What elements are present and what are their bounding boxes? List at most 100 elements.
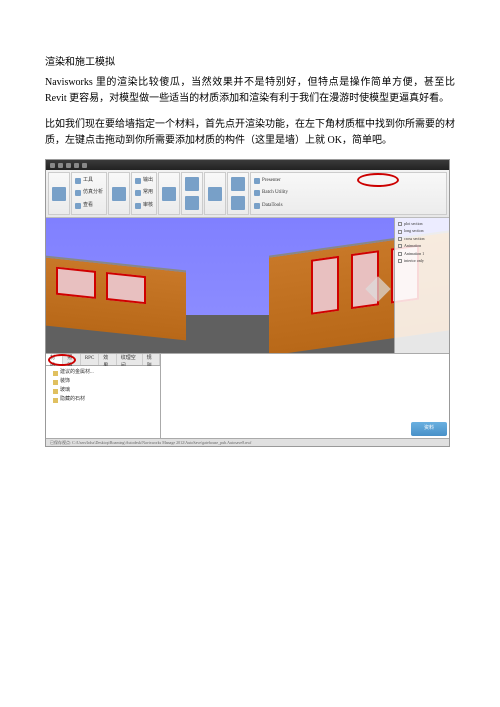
tool-icon bbox=[75, 178, 81, 184]
ribbon-group: 输出 常用 审核 bbox=[131, 172, 157, 215]
panel-label: interior only bbox=[404, 258, 424, 264]
ribbon-button[interactable]: 常用 bbox=[135, 189, 153, 197]
ribbon-button[interactable]: 工具 bbox=[75, 177, 103, 185]
panel-row[interactable]: cross section bbox=[398, 236, 446, 242]
tool-icon bbox=[75, 190, 81, 196]
tool-icon bbox=[135, 178, 141, 184]
tool-icon bbox=[135, 203, 141, 209]
tool-icon bbox=[112, 187, 126, 201]
tool-icon bbox=[254, 190, 260, 196]
material-preview[interactable] bbox=[161, 354, 449, 438]
qat-icon[interactable] bbox=[66, 163, 71, 168]
ribbon-button[interactable]: DataTools bbox=[254, 202, 443, 210]
tab-rules[interactable]: 规则 bbox=[143, 354, 160, 365]
ribbon-button[interactable]: 审核 bbox=[135, 202, 153, 210]
tool-icon bbox=[52, 187, 66, 201]
ribbon-group bbox=[204, 172, 226, 215]
presenter-icon bbox=[254, 178, 260, 184]
checkbox-icon[interactable] bbox=[398, 230, 402, 234]
panel-label: plot section bbox=[404, 221, 423, 227]
ribbon-button[interactable] bbox=[162, 187, 176, 201]
ribbon-label: 工具 bbox=[83, 177, 93, 185]
material-tree: 建议的金属材... 装饰 玻璃 隐藏的石材 bbox=[46, 366, 160, 438]
panel-row[interactable]: Animation 1 bbox=[398, 251, 446, 257]
panel-row[interactable]: Animation bbox=[398, 243, 446, 249]
doc-title: 渲染和施工模拟 bbox=[45, 55, 455, 71]
panel-row[interactable]: long section bbox=[398, 228, 446, 234]
doc-para-2: 比如我们现在要给墙指定一个材料，首先点开渲染功能，在左下角材质框中找到你所需要的… bbox=[45, 117, 455, 149]
folder-icon bbox=[53, 389, 58, 394]
model-window[interactable] bbox=[56, 267, 96, 299]
checkbox-icon[interactable] bbox=[398, 259, 402, 263]
model-window[interactable] bbox=[106, 272, 146, 304]
ribbon-button[interactable] bbox=[112, 187, 126, 201]
ribbon-button[interactable] bbox=[208, 187, 222, 201]
ribbon-button[interactable]: 仿真分析 bbox=[75, 189, 103, 197]
ribbon-group bbox=[158, 172, 180, 215]
ribbon-group: Presenter Batch Utility DataTools bbox=[250, 172, 447, 215]
tree-item[interactable]: 建议的金属材... bbox=[49, 369, 157, 377]
ribbon-label: DataTools bbox=[262, 202, 282, 210]
tab-effects[interactable]: 效果 bbox=[99, 354, 116, 365]
app-icon bbox=[50, 163, 55, 168]
ribbon-button[interactable] bbox=[231, 177, 245, 191]
folder-icon bbox=[53, 371, 58, 376]
checkbox-icon[interactable] bbox=[398, 237, 402, 241]
model-window[interactable] bbox=[311, 256, 339, 315]
3d-viewport[interactable] bbox=[46, 218, 449, 353]
tool-icon bbox=[208, 187, 222, 201]
ribbon-label: Presenter bbox=[262, 177, 281, 185]
ribbon-label: 仿真分析 bbox=[83, 189, 103, 197]
qat-icon[interactable] bbox=[58, 163, 63, 168]
saved-viewpoints-panel: plot section long section cross section … bbox=[394, 218, 449, 353]
tool-icon bbox=[254, 203, 260, 209]
ribbon-label: Batch Utility bbox=[262, 189, 288, 197]
ribbon-button[interactable]: Batch Utility bbox=[254, 189, 443, 197]
tab-texture[interactable]: 纹理空间 bbox=[117, 354, 143, 365]
presenter-panel: 材质 照明 RPC 效果 纹理空间 规则 建议的金属材... 装饰 玻璃 隐藏的… bbox=[46, 353, 449, 438]
tree-label: 装饰 bbox=[60, 378, 70, 386]
annotation-ring-material-tab bbox=[48, 354, 76, 366]
panel-label: Animation 1 bbox=[404, 251, 424, 257]
app-screenshot: 工具 仿真分析 查看 输出 常用 审核 Presenter Batch Uti bbox=[45, 159, 450, 447]
ribbon-group: 工具 仿真分析 查看 bbox=[71, 172, 107, 215]
ribbon-button[interactable] bbox=[185, 177, 199, 191]
statusbar: 已保存视点: C:\Users\hdss\Desktop\Roaming\Aut… bbox=[46, 438, 449, 446]
ribbon-group bbox=[227, 172, 249, 215]
tree-label: 建议的金属材... bbox=[60, 369, 94, 377]
qat-icon[interactable] bbox=[82, 163, 87, 168]
ribbon-button-presenter[interactable]: Presenter bbox=[254, 177, 443, 185]
tree-item[interactable]: 隐藏的石材 bbox=[49, 396, 157, 404]
folder-icon bbox=[53, 380, 58, 385]
tree-label: 玻璃 bbox=[60, 387, 70, 395]
model-wall[interactable] bbox=[46, 256, 186, 341]
material-browser: 材质 照明 RPC 效果 纹理空间 规则 建议的金属材... 装饰 玻璃 隐藏的… bbox=[46, 354, 161, 438]
tool-icon bbox=[231, 177, 245, 191]
tree-item[interactable]: 玻璃 bbox=[49, 387, 157, 395]
tree-item[interactable]: 装饰 bbox=[49, 378, 157, 386]
panel-row[interactable]: plot section bbox=[398, 221, 446, 227]
checkbox-icon[interactable] bbox=[398, 244, 402, 248]
ribbon-label: 输出 bbox=[143, 177, 153, 185]
tool-icon bbox=[135, 190, 141, 196]
panel-label: Animation bbox=[404, 243, 421, 249]
ribbon-button[interactable]: 输出 bbox=[135, 177, 153, 185]
ribbon-button[interactable] bbox=[185, 196, 199, 210]
ribbon-button[interactable]: 查看 bbox=[75, 202, 103, 210]
annotation-ring-presenter bbox=[357, 173, 399, 187]
tab-rpc[interactable]: RPC bbox=[81, 354, 99, 365]
ribbon-button[interactable] bbox=[231, 196, 245, 210]
qat-icon[interactable] bbox=[74, 163, 79, 168]
tool-icon bbox=[162, 187, 176, 201]
ribbon-button[interactable] bbox=[52, 187, 66, 201]
watermark-badge: 资料 bbox=[411, 422, 447, 436]
checkbox-icon[interactable] bbox=[398, 222, 402, 226]
ribbon-group bbox=[48, 172, 70, 215]
tool-icon bbox=[185, 196, 199, 210]
panel-row[interactable]: interior only bbox=[398, 258, 446, 264]
panel-label: long section bbox=[404, 228, 423, 234]
checkbox-icon[interactable] bbox=[398, 252, 402, 256]
ribbon-label: 审核 bbox=[143, 202, 153, 210]
ribbon-group bbox=[108, 172, 130, 215]
ribbon-group bbox=[181, 172, 203, 215]
